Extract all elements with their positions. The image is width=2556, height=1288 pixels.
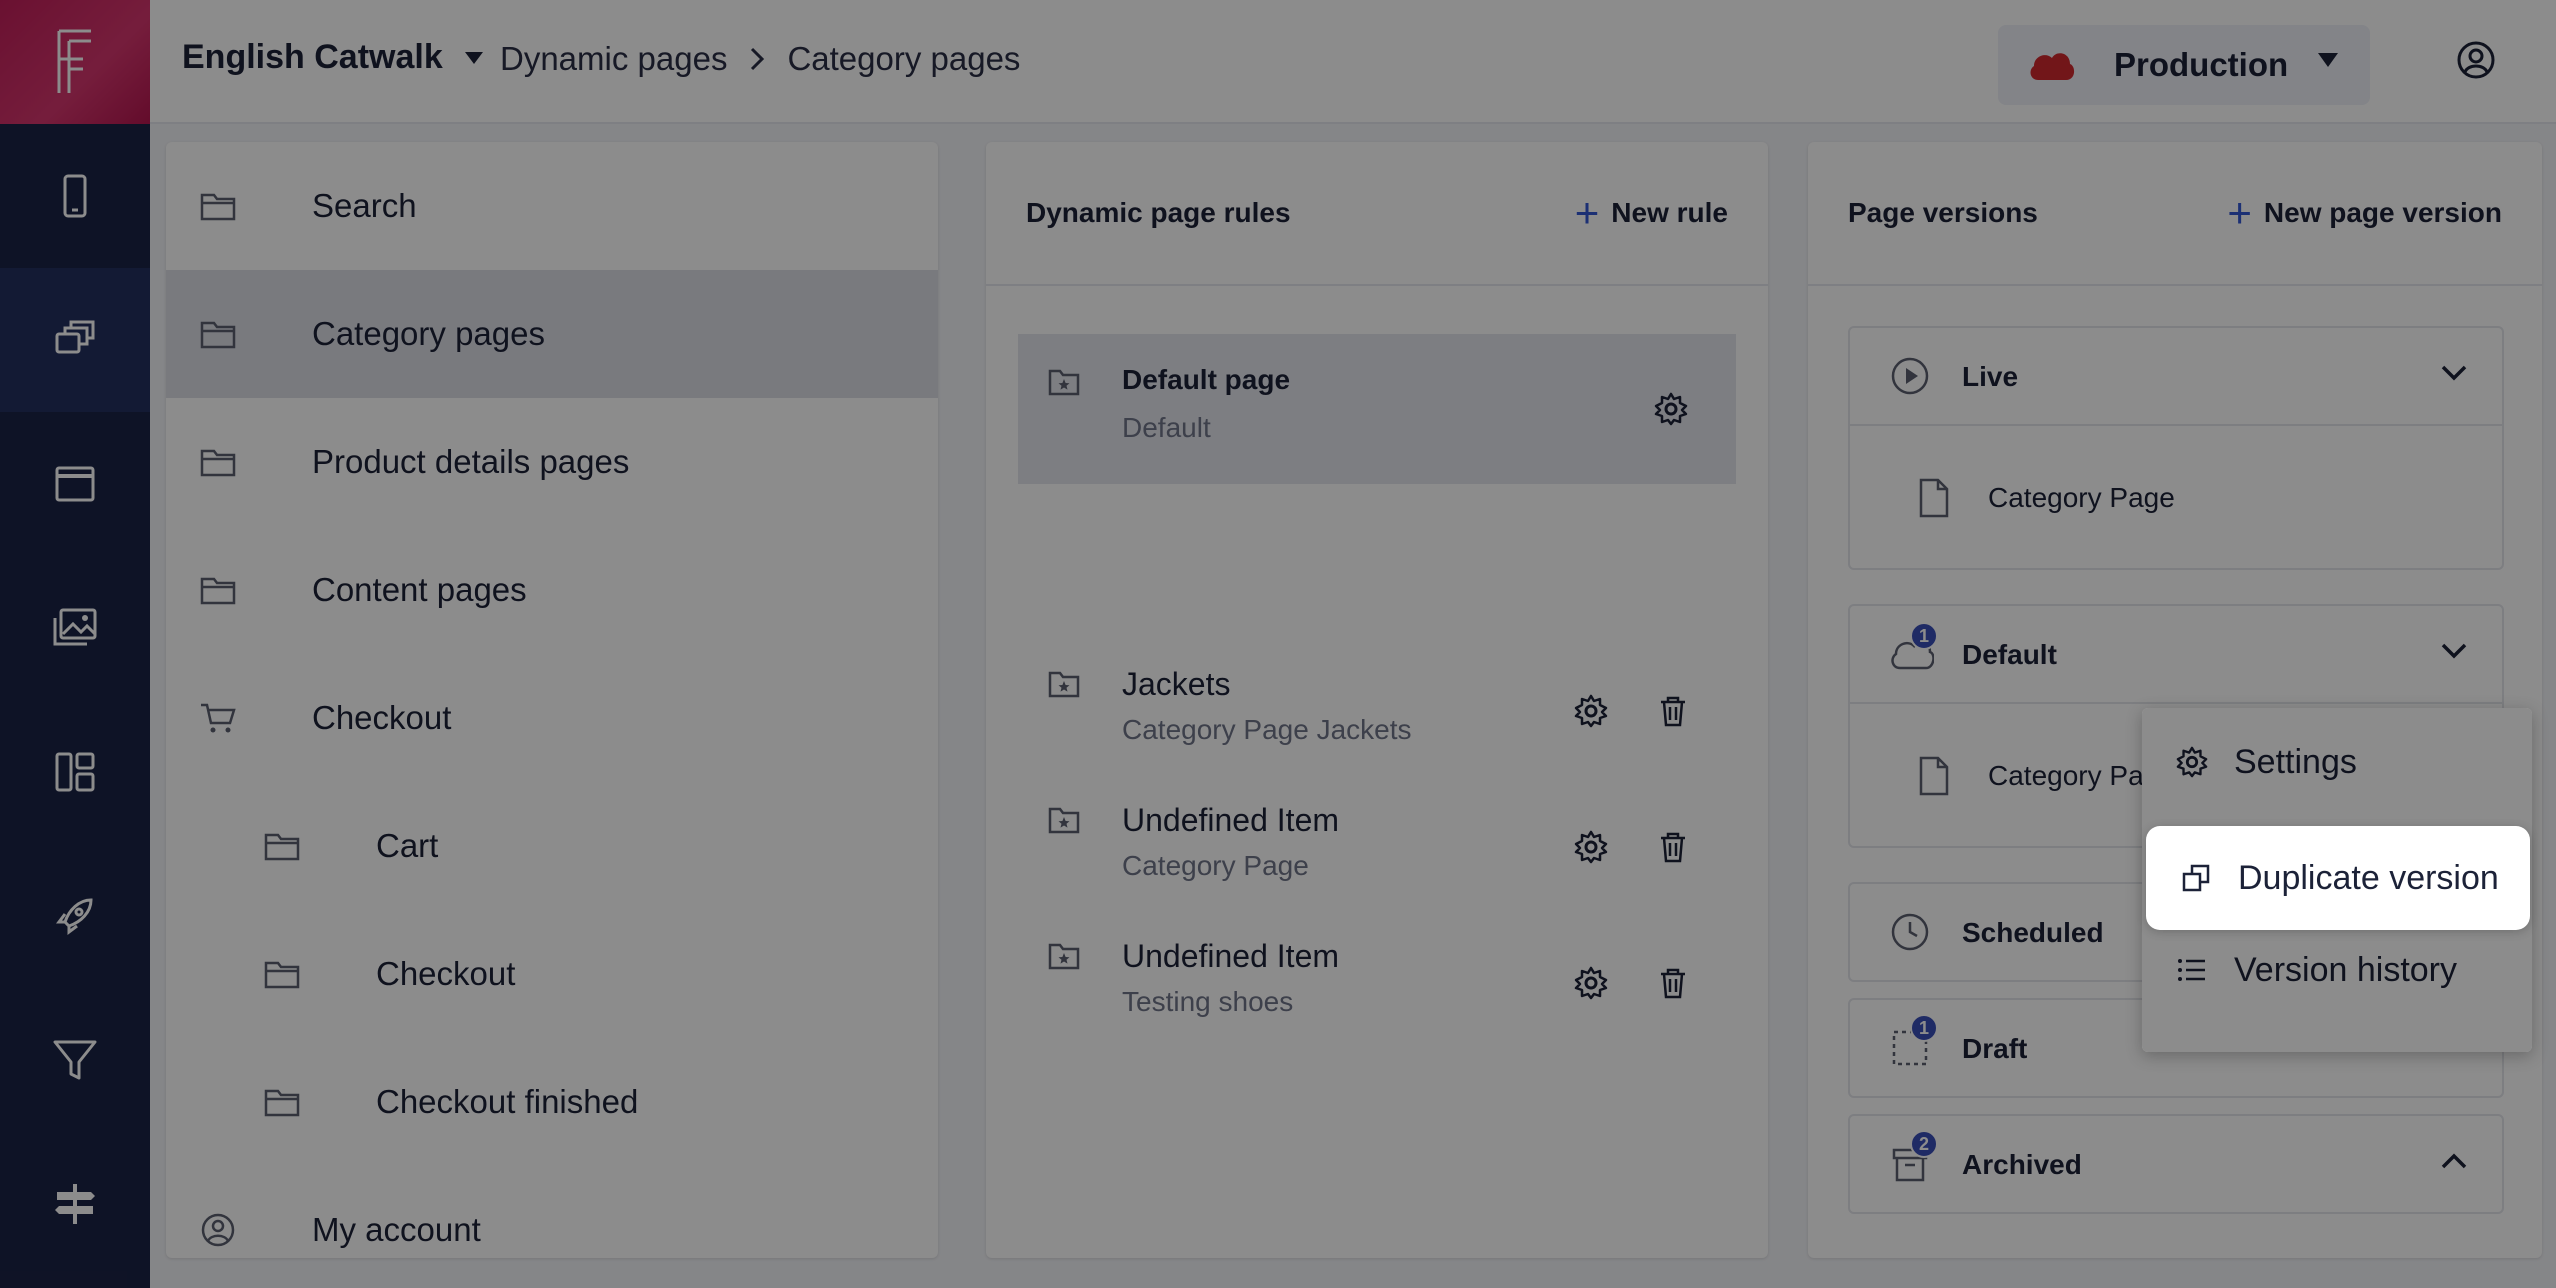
menu-item-label: Duplicate version [2238, 858, 2499, 897]
dim-overlay [0, 0, 2556, 1288]
duplicate-icon [2182, 864, 2210, 892]
menu-item-duplicate-version[interactable]: Duplicate version [2146, 826, 2530, 930]
version-context-menu: Settings Version history Duplicate versi… [2142, 708, 2532, 1052]
